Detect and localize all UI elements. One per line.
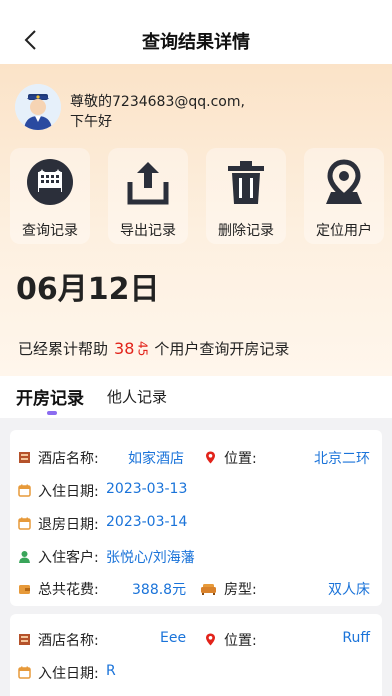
stats-text: 已经累计帮助 38 45 个用户查询开房记录 — [18, 338, 289, 359]
pin-icon — [206, 451, 215, 464]
stats-count: 38 — [114, 339, 135, 358]
query-records-button[interactable]: 查询记录 — [10, 148, 90, 244]
record-tabs: 开房记录 他人记录 — [0, 378, 392, 418]
checkin-label: 入住日期: — [38, 666, 99, 682]
user-icon — [19, 551, 30, 563]
location-label: 位置: — [224, 633, 257, 649]
location-value: Ruff — [342, 630, 370, 646]
checkin-row: 入住日期: 2023-03-13 — [10, 475, 382, 505]
hotel-value: Eee — [160, 630, 187, 646]
query-records-label: 查询记录 — [22, 223, 78, 239]
cost-label: 总共花费: — [38, 582, 99, 598]
location-icon — [326, 159, 362, 204]
action-tiles: 查询记录 导出记录 删除记录 定位用户 — [10, 148, 384, 244]
record-list: 酒店名称: 如家酒店 位置: 北京二环 入住日期: 2023-03-13 退房日… — [0, 418, 392, 696]
checkin-label: 入住日期: — [38, 484, 99, 500]
record-card[interactable]: 酒店名称: 如家酒店 位置: 北京二环 入住日期: 2023-03-13 退房日… — [10, 430, 382, 606]
hotel-label: 酒店名称: — [38, 633, 99, 649]
greeting-line1: 尊敬的7234683@qq.com, — [70, 94, 245, 110]
guests-row: 入住客户: 张悦心/刘海藩 — [10, 541, 382, 571]
checkout-value: 2023-03-14 — [106, 514, 188, 530]
checkin-row: 入住日期: R — [10, 657, 382, 687]
tab-others-records[interactable]: 他人记录 — [107, 386, 167, 407]
checkout-row: 退房日期: 2023-03-14 — [10, 508, 382, 538]
stats-suffix: 个用户查询开房记录 — [154, 340, 290, 358]
avatar — [15, 84, 61, 130]
police-avatar-icon — [15, 84, 61, 130]
hotel-small-icon — [19, 452, 30, 463]
stats-count-tail: 45 — [135, 340, 150, 357]
hotel-value: 如家酒店 — [128, 451, 184, 467]
hotel-icon — [27, 159, 73, 205]
room-type-label: 房型: — [224, 582, 257, 598]
hotel-row: 酒店名称: Eee 位置: Ruff — [10, 624, 382, 654]
trash-icon — [228, 161, 264, 204]
record-card[interactable]: 酒店名称: Eee 位置: Ruff 入住日期: R — [10, 614, 382, 696]
tab-indicator — [47, 411, 57, 415]
cost-row: 总共花费: 388.8元 房型: 双人床 — [10, 573, 382, 603]
export-records-label: 导出记录 — [120, 223, 176, 239]
delete-records-label: 删除记录 — [218, 223, 274, 239]
checkout-label: 退房日期: — [38, 517, 99, 533]
hotel-small-icon — [19, 634, 30, 645]
location-label: 位置: — [224, 451, 257, 467]
greeting-line2: 下午好 — [70, 114, 112, 130]
hotel-row: 酒店名称: 如家酒店 位置: 北京二环 — [10, 442, 382, 472]
page-title: 查询结果详情 — [142, 32, 250, 53]
delete-records-button[interactable]: 删除记录 — [206, 148, 286, 244]
locate-user-button[interactable]: 定位用户 — [304, 148, 384, 244]
calendar-icon — [18, 484, 31, 497]
hotel-label: 酒店名称: — [38, 451, 99, 467]
current-date: 06月12日 — [16, 272, 160, 307]
location-value: 北京二环 — [314, 451, 370, 467]
checkin-value: R — [106, 663, 116, 679]
room-type-value: 双人床 — [328, 582, 370, 598]
guests-value: 张悦心/刘海藩 — [106, 550, 195, 566]
tab-booking-records[interactable]: 开房记录 — [16, 384, 84, 409]
cost-value: 388.8元 — [132, 582, 187, 598]
locate-user-label: 定位用户 — [316, 223, 372, 239]
calendar-icon — [18, 666, 31, 679]
guests-label: 入住客户: — [38, 550, 99, 566]
stats-prefix: 已经累计帮助 — [18, 340, 109, 358]
pin-icon — [206, 633, 215, 646]
checkin-value: 2023-03-13 — [106, 481, 188, 497]
export-icon — [127, 162, 169, 205]
wallet-icon — [19, 585, 30, 594]
export-records-button[interactable]: 导出记录 — [108, 148, 188, 244]
greeting: 尊敬的7234683@qq.com, 下午好 — [70, 92, 245, 132]
sofa-icon — [201, 584, 216, 595]
calendar-icon — [18, 517, 31, 530]
